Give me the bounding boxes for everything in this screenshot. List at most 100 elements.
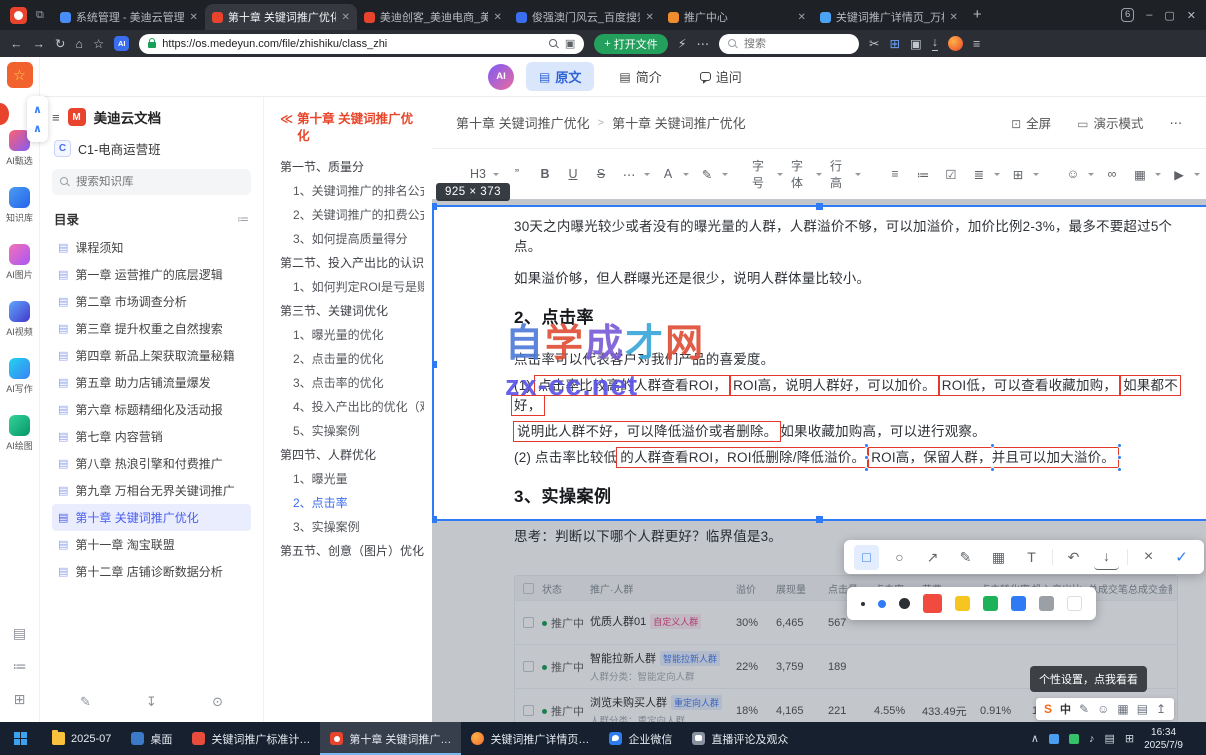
search-icon[interactable] bbox=[548, 38, 559, 49]
taskbar-item-keyword-plan[interactable]: 关键词推广标准计… bbox=[182, 722, 320, 755]
back-button[interactable]: ← bbox=[10, 37, 23, 51]
text-tool[interactable]: T bbox=[1019, 545, 1044, 570]
profile-avatar[interactable] bbox=[948, 36, 964, 51]
toc-item[interactable]: 3、实操案例 bbox=[280, 515, 424, 539]
image-search-icon[interactable]: ▣ bbox=[565, 37, 575, 50]
toc-item[interactable]: 1、如何判定ROI是亏是赚 bbox=[280, 275, 424, 299]
downloads-icon[interactable]: ↓ bbox=[931, 36, 939, 51]
insert-video-button[interactable]: ▶ bbox=[1167, 162, 1191, 186]
stroke-size-large[interactable] bbox=[899, 598, 910, 609]
url-text[interactable]: https://os.medeyun.com/file/zhishiku/cla… bbox=[162, 38, 543, 50]
network-icon[interactable]: ⊞ bbox=[1125, 732, 1134, 745]
toc-item[interactable]: 3、如何提高质量得分 bbox=[280, 227, 424, 251]
doc-item-ch10-selected[interactable]: ▤ 第十章 关键词推广优化 bbox=[52, 504, 251, 531]
window-minimize-button[interactable]: – bbox=[1146, 9, 1152, 21]
annotation-rect[interactable]: ROI低，可以查看收藏加购， bbox=[937, 375, 1122, 396]
tab-close-icon[interactable]: ✕ bbox=[189, 12, 197, 23]
ime-pen-icon[interactable]: ✎ bbox=[1079, 702, 1089, 716]
split-screen-icon[interactable]: ⧉ bbox=[36, 9, 44, 22]
taskbar-item-live-comments[interactable]: 直播评论及观众 bbox=[682, 722, 798, 755]
doc-item-ch1[interactable]: ▤ 第一章 运营推广的底层逻辑 bbox=[52, 261, 251, 288]
doc-item-ch4[interactable]: ▤ 第四章 新品上架获取流量秘籍 bbox=[52, 342, 251, 369]
rail-item-ai-writing[interactable]: AI写作 bbox=[6, 358, 33, 395]
undo-annotation-button[interactable]: ↶ bbox=[1061, 545, 1086, 570]
highlight-button[interactable]: ✎ bbox=[695, 162, 719, 186]
browser-tab-5[interactable]: 推广中心 ✕ bbox=[661, 4, 813, 30]
browser-logo-icon[interactable] bbox=[10, 7, 27, 24]
ime-expand-icon[interactable]: ↥ bbox=[1156, 702, 1166, 716]
bookmark-star-icon[interactable]: ☆ bbox=[93, 36, 104, 51]
ai-reader-logo[interactable]: AI bbox=[488, 63, 514, 90]
doc-item-intro[interactable]: ▤ 课程须知 bbox=[52, 234, 251, 261]
start-button[interactable] bbox=[0, 722, 42, 755]
tab-summary[interactable]: ▤ 简介 bbox=[606, 62, 674, 91]
browser-tab-6[interactable]: 关键词推广详情页_万相…✕ bbox=[813, 4, 965, 30]
browser-tab-3[interactable]: 美迪创客_美迪电商_美…✕ bbox=[357, 4, 509, 30]
list-style-button[interactable]: ≣ bbox=[967, 162, 991, 186]
toc-item[interactable]: 第四节、人群优化 bbox=[280, 443, 424, 467]
tab-close-icon[interactable]: ✕ bbox=[341, 12, 349, 23]
font-size-button[interactable]: 字号 bbox=[750, 159, 774, 190]
annotation-handle[interactable] bbox=[864, 467, 870, 472]
color-white[interactable] bbox=[1067, 596, 1082, 611]
taskbar-item-folder[interactable]: 2025-07 bbox=[42, 722, 121, 755]
directory-sort-icon[interactable]: ≔ bbox=[237, 212, 249, 226]
doc-item-ch12[interactable]: ▤ 第十二章 店铺诊断数据分析 bbox=[52, 558, 251, 585]
knowledge-search-box[interactable] bbox=[52, 169, 251, 195]
quote-button[interactable]: ” bbox=[505, 162, 529, 186]
ime-emoji-icon[interactable]: ☺ bbox=[1097, 702, 1109, 716]
indent-button[interactable]: ⊞ bbox=[1006, 162, 1030, 186]
mosaic-tool[interactable]: ▦ bbox=[986, 545, 1011, 570]
ai-assistant-icon[interactable]: AI bbox=[114, 36, 130, 51]
save-capture-button[interactable]: ↓ bbox=[1094, 545, 1119, 570]
toc-chapter-title[interactable]: 第十章 关键词推广优化 bbox=[297, 111, 424, 145]
more-options-button[interactable]: ⋯ bbox=[1170, 115, 1183, 130]
doc-item-ch9[interactable]: ▤ 第九章 万相台无界关键词推广 bbox=[52, 477, 251, 504]
window-maximize-button[interactable]: ▢ bbox=[1164, 9, 1174, 22]
chevron-up-icon[interactable]: ∧ bbox=[33, 103, 42, 116]
browser-tab-1[interactable]: 系统管理 - 美迪云管理… ✕ bbox=[53, 4, 205, 30]
annotation-rect[interactable]: ROI高，说明人群好，可以加价。 bbox=[729, 375, 940, 396]
tab-close-icon[interactable]: ✕ bbox=[949, 12, 957, 23]
sidebar-menu-icon[interactable]: ≡ bbox=[52, 110, 60, 125]
window-close-button[interactable]: ✕ bbox=[1187, 9, 1196, 22]
power-button[interactable]: ⊙ bbox=[212, 694, 223, 710]
annotation-rect[interactable]: 说明此人群不好，可以降低溢价或者删除。 bbox=[512, 421, 782, 442]
bold-button[interactable]: B bbox=[533, 162, 557, 186]
link-button[interactable]: ∞ bbox=[1100, 162, 1124, 186]
selection-handle[interactable] bbox=[432, 203, 437, 210]
open-file-button[interactable]: + 打开文件 bbox=[594, 33, 668, 54]
annotation-handle[interactable] bbox=[1117, 443, 1123, 448]
cancel-capture-button[interactable]: × bbox=[1136, 545, 1161, 570]
favorites-star-icon[interactable]: ☆ bbox=[6, 62, 33, 88]
reading-mode-icon[interactable]: ▣ bbox=[910, 36, 922, 51]
apps-grid-icon[interactable]: ⊞ bbox=[13, 691, 27, 708]
annotation-handle[interactable] bbox=[864, 454, 870, 460]
tab-close-icon[interactable]: ✕ bbox=[645, 12, 653, 23]
settings-icon[interactable]: ≔ bbox=[13, 658, 27, 675]
color-red-selected[interactable] bbox=[923, 594, 942, 613]
volume-icon[interactable]: ♪ bbox=[1089, 733, 1095, 745]
doc-item-ch6[interactable]: ▤ 第六章 标题精细化及活动报 bbox=[52, 396, 251, 423]
color-gray[interactable] bbox=[1039, 596, 1054, 611]
doc-item-ch2[interactable]: ▤ 第二章 市场调查分析 bbox=[52, 288, 251, 315]
taskbar-item-keyword-detail[interactable]: 关键词推广详情页… bbox=[461, 722, 599, 755]
tab-close-icon[interactable]: ✕ bbox=[493, 12, 501, 23]
toc-item[interactable]: 2、关键词推广的扣费公式 bbox=[280, 203, 424, 227]
color-blue[interactable] bbox=[1011, 596, 1026, 611]
workspace-selector[interactable]: C C1-电商运营班 bbox=[52, 139, 251, 158]
export-button[interactable]: ↧ bbox=[146, 694, 157, 710]
tray-app-icon[interactable] bbox=[1068, 733, 1079, 744]
rail-item-ai-drawing[interactable]: AI绘图 bbox=[6, 415, 33, 452]
toc-item[interactable]: 4、投入产出比的优化（观察7天/15… bbox=[280, 395, 424, 419]
annotation-handle[interactable] bbox=[990, 467, 996, 472]
keyboard-icon[interactable]: ▤ bbox=[1104, 732, 1114, 745]
ime-chinese-mode-icon[interactable]: 中 bbox=[1060, 701, 1071, 717]
tab-close-icon[interactable]: ✕ bbox=[797, 12, 805, 23]
annotation-handle[interactable] bbox=[864, 443, 870, 448]
annotation-rect-active[interactable]: ROI高，保留人群，并且可以加大溢价。 bbox=[864, 443, 1123, 472]
color-yellow[interactable] bbox=[955, 596, 970, 611]
toc-item[interactable]: 3、点击率的优化 bbox=[280, 371, 424, 395]
collapse-widget[interactable]: ∧ ∧ bbox=[27, 96, 48, 142]
underline-button[interactable]: U bbox=[561, 162, 585, 186]
